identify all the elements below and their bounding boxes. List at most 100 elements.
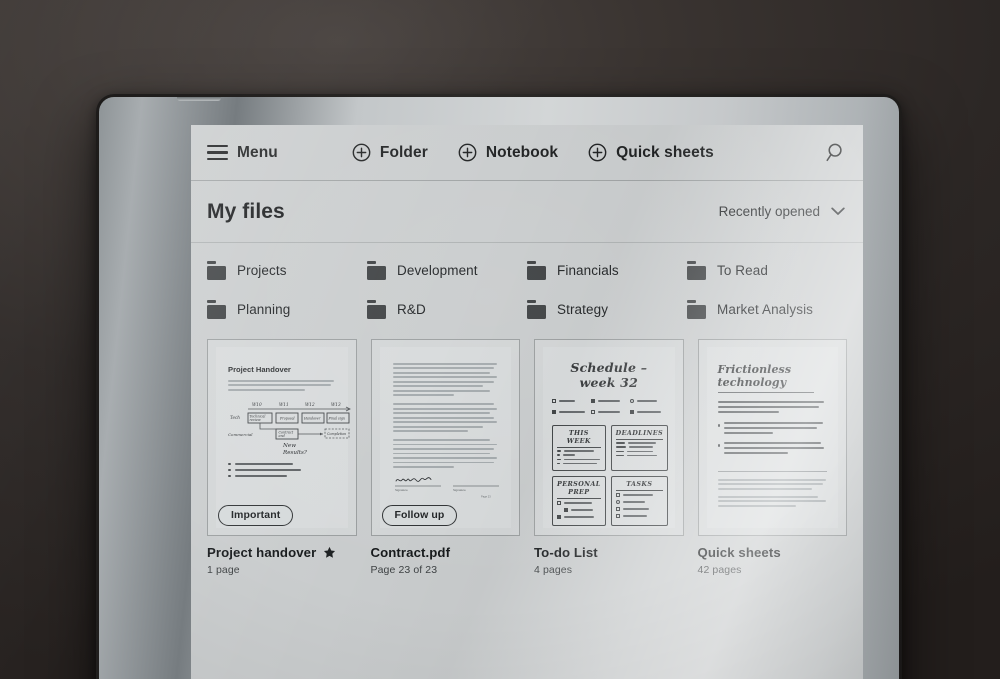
schedule-section-tasks: TASKS	[610, 475, 668, 527]
folder-item-projects[interactable]: Projects	[207, 261, 367, 280]
folder-icon	[367, 300, 386, 319]
folder-item-development[interactable]: Development	[367, 261, 527, 280]
folder-label: Market Analysis	[717, 302, 814, 317]
file-name: To-do List	[534, 545, 598, 560]
folder-icon	[527, 261, 546, 280]
new-folder-label: Folder	[379, 143, 428, 161]
folder-icon	[687, 300, 706, 319]
folder-label: Strategy	[557, 302, 609, 317]
preview-heading: Frictionless technology	[717, 363, 792, 389]
folder-item-planning[interactable]: Planning	[207, 300, 367, 319]
page-preview-contract: Signature Signature Page 23	[379, 347, 511, 528]
device-top-notch	[177, 97, 221, 101]
file-name: Quick sheets	[697, 545, 781, 560]
svg-text:New: New	[282, 443, 296, 449]
hamburger-icon	[207, 144, 228, 161]
new-notebook-button[interactable]: Notebook	[458, 143, 558, 162]
file-thumbnail[interactable]: Frictionless technology	[697, 339, 847, 536]
file-name-row: Contract.pdf	[371, 545, 521, 560]
folder-label: Financials	[557, 263, 619, 278]
svg-text:W10: W10	[252, 402, 262, 407]
svg-text:end: end	[279, 434, 285, 438]
file-name-row: Quick sheets	[698, 545, 848, 560]
new-notebook-label: Notebook	[485, 143, 559, 161]
folder-item-strategy[interactable]: Strategy	[527, 300, 687, 319]
legend-item	[590, 399, 627, 404]
page-title: My files	[207, 199, 285, 223]
svg-text:Results?: Results?	[282, 450, 308, 456]
preview-heading: Project Handover	[228, 365, 291, 374]
page-preview-schedule: Schedule – week 32 THIS WEEK DEADLINES P…	[543, 347, 675, 528]
svg-text:Handover: Handover	[303, 416, 321, 420]
svg-text:Proposal: Proposal	[279, 416, 295, 420]
schedule-section-this-week: THIS WEEK	[552, 424, 606, 471]
svg-text:Signature: Signature	[395, 488, 408, 492]
folder-item-rnd[interactable]: R&D	[367, 300, 527, 319]
plus-circle-icon	[458, 143, 477, 162]
section-title: THIS WEEK	[557, 429, 601, 448]
folder-label: Planning	[237, 302, 291, 317]
search-button[interactable]	[824, 142, 845, 163]
folder-icon	[687, 261, 706, 280]
file-card-project-handover[interactable]: Project Handover W10 W11 W12 W13 Tech Co…	[207, 339, 357, 576]
file-meta: Page 23 of 23	[370, 564, 438, 576]
file-tag[interactable]: Important	[218, 505, 294, 526]
file-card-contract[interactable]: Signature Signature Page 23 Follow up Co…	[370, 339, 521, 576]
folder-label: Development	[397, 263, 478, 278]
chevron-down-icon	[831, 207, 845, 216]
file-name: Contract.pdf	[370, 545, 451, 560]
folder-item-market-analysis[interactable]: Market Analysis	[687, 300, 847, 319]
svg-text:Final sign: Final sign	[328, 416, 346, 420]
file-name-row: To-do List	[534, 545, 684, 560]
file-name: Project handover	[207, 545, 317, 560]
section-title: PERSONAL PREP	[557, 480, 601, 499]
device-bezel: Menu Folder Notebook Quick sheets My fil…	[99, 97, 899, 679]
page-header: My files Recently opened	[191, 181, 863, 243]
schedule-section-deadlines: DEADLINES	[610, 424, 668, 471]
file-grid: Project Handover W10 W11 W12 W13 Tech Co…	[191, 325, 863, 576]
plus-circle-icon	[352, 143, 371, 162]
file-thumbnail[interactable]: Signature Signature Page 23 Follow up	[370, 339, 520, 536]
svg-text:W12: W12	[305, 402, 315, 407]
menu-button[interactable]: Menu	[207, 144, 278, 162]
legend-item	[552, 399, 588, 404]
file-meta: 42 pages	[697, 564, 742, 576]
folder-grid: Projects Development Financials To Read …	[191, 243, 863, 325]
star-filled-icon[interactable]	[323, 546, 336, 559]
file-thumbnail[interactable]: Schedule – week 32 THIS WEEK DEADLINES P…	[534, 339, 684, 536]
new-quick-sheets-button[interactable]: Quick sheets	[588, 143, 714, 162]
folder-label: Projects	[237, 263, 287, 278]
folder-icon	[207, 300, 226, 319]
folder-item-to-read[interactable]: To Read	[687, 261, 847, 280]
svg-text:Tech: Tech	[230, 415, 240, 420]
folder-icon	[367, 261, 386, 280]
svg-text:Completion: Completion	[327, 432, 346, 436]
svg-text:W13: W13	[331, 402, 341, 407]
svg-text:Commercial: Commercial	[228, 432, 253, 437]
file-tag[interactable]: Follow up	[381, 505, 458, 526]
file-meta: 1 page	[207, 564, 240, 576]
new-folder-button[interactable]: Folder	[352, 143, 428, 162]
file-name-row: Project handover	[207, 545, 357, 560]
page-preview-quick-sheets: Frictionless technology	[706, 347, 838, 528]
file-card-todo-list[interactable]: Schedule – week 32 THIS WEEK DEADLINES P…	[534, 339, 684, 576]
svg-text:Page 23: Page 23	[481, 494, 491, 498]
file-card-quick-sheets[interactable]: Frictionless technology Quick sheets 42 …	[697, 339, 848, 576]
folder-item-financials[interactable]: Financials	[527, 261, 687, 280]
legend-item	[590, 409, 627, 415]
file-thumbnail[interactable]: Project Handover W10 W11 W12 W13 Tech Co…	[207, 339, 357, 536]
legend-item	[629, 399, 666, 404]
folder-icon	[207, 261, 226, 280]
search-icon	[824, 142, 845, 163]
sort-dropdown[interactable]: Recently opened	[719, 204, 845, 219]
sort-label: Recently opened	[718, 204, 820, 219]
preview-heading: Schedule – week 32	[570, 360, 648, 390]
legend-item	[629, 409, 666, 415]
page-preview-project-handover: Project Handover W10 W11 W12 W13 Tech Co…	[216, 347, 351, 528]
plus-circle-icon	[588, 143, 607, 162]
new-quick-sheets-label: Quick sheets	[616, 143, 714, 161]
svg-text:review: review	[250, 418, 261, 422]
menu-label: Menu	[237, 143, 278, 161]
top-navigation-bar: Menu Folder Notebook Quick sheets	[191, 125, 863, 181]
folder-label: To Read	[717, 263, 768, 278]
